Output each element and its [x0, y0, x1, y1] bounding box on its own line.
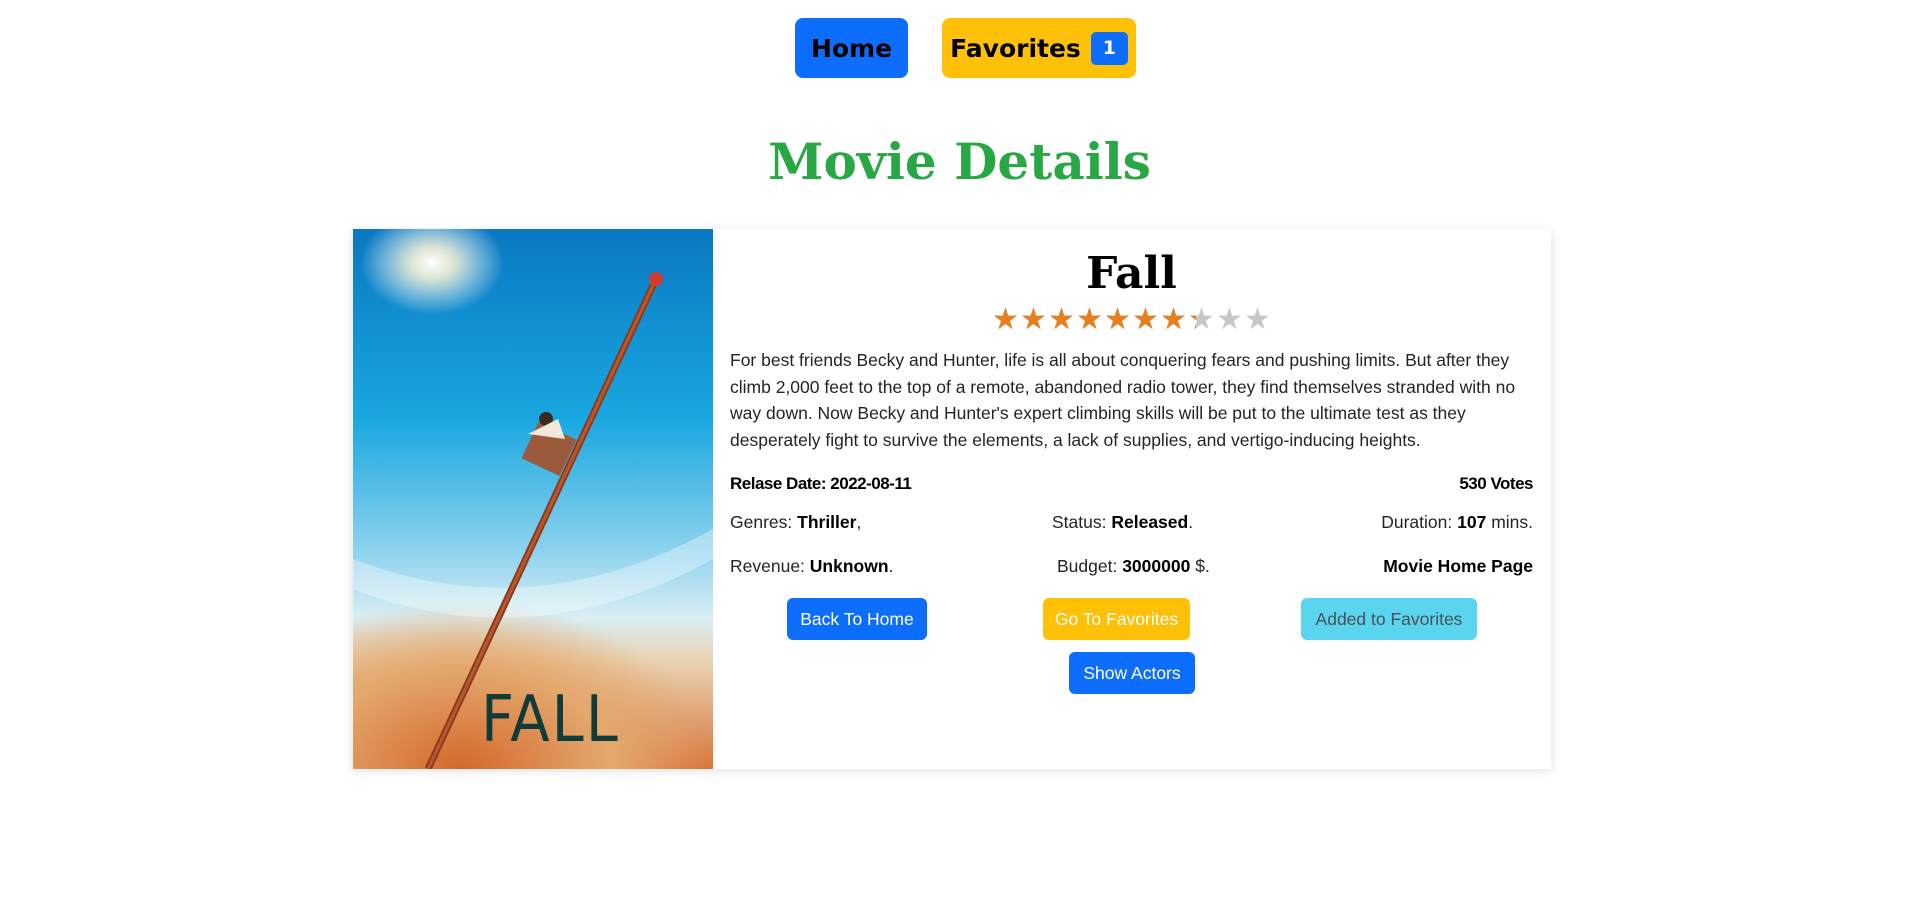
release-date-value: 2022-08-11	[830, 474, 912, 493]
budget-label: Budget:	[1057, 556, 1118, 576]
star-fill-icon: ★	[1160, 305, 1187, 335]
duration-label: Duration:	[1381, 512, 1453, 532]
home-nav-button[interactable]: Home	[795, 18, 908, 78]
duration-value: 107	[1457, 512, 1487, 532]
star-rating: ★★★★★★★★★★★★★★★★★★★★	[730, 305, 1533, 335]
genres-label: Genres:	[730, 512, 793, 532]
vote-count-label: Votes	[1490, 474, 1533, 493]
movie-home-page-link[interactable]: Movie Home Page	[1383, 556, 1533, 577]
star-fill-icon: ★	[992, 305, 1019, 335]
genres-info: Genres: Thriller,	[730, 512, 861, 533]
poster-title-text: FALL	[481, 683, 620, 757]
star-fill-icon: ★	[1048, 305, 1075, 335]
star-fill-icon: ★	[1132, 305, 1159, 335]
favorites-nav-label: Favorites	[950, 33, 1081, 63]
star-fill-icon: ★	[1188, 305, 1196, 335]
star-fill-icon: ★	[1076, 305, 1103, 335]
duration-info: Duration: 107 mins.	[1381, 512, 1533, 533]
movie-poster: FALL	[353, 229, 713, 769]
added-to-favorites-button[interactable]: Added to Favorites	[1301, 598, 1477, 640]
home-nav-label: Home	[810, 33, 893, 63]
genres-value: Thriller	[797, 512, 857, 532]
star-icon: ★★	[1216, 302, 1243, 337]
revenue-suffix: .	[888, 556, 894, 576]
star-icon: ★★	[1020, 302, 1047, 337]
favorites-nav-button[interactable]: Favorites 1	[942, 18, 1136, 78]
movie-title: Fall	[1086, 248, 1177, 299]
budget-value: 3000000	[1122, 556, 1191, 576]
status-label: Status:	[1052, 512, 1107, 532]
star-icon: ★★	[1160, 302, 1187, 337]
star-fill-icon: ★	[1104, 305, 1131, 335]
vote-count: 530 Votes	[1459, 474, 1533, 494]
star-fill-icon: ★	[1020, 305, 1047, 335]
favorites-count-badge: 1	[1090, 31, 1128, 65]
star-icon: ★★	[1076, 302, 1103, 337]
star-icon: ★★	[1132, 302, 1159, 337]
top-nav: Home Favorites 1	[0, 18, 1919, 78]
revenue-label: Revenue:	[730, 556, 805, 576]
duration-suffix: mins.	[1491, 512, 1533, 532]
budget-suffix: $.	[1195, 556, 1210, 576]
release-date: Relase Date: 2022-08-11	[730, 474, 912, 494]
budget-info: Budget: 3000000 $.	[1057, 556, 1210, 577]
poster-image: FALL	[353, 229, 713, 769]
movie-overview: For best friends Becky and Hunter, life …	[730, 350, 1516, 450]
page-title: Movie Details	[768, 132, 1151, 191]
revenue-info: Revenue: Unknown.	[730, 556, 893, 577]
release-date-label: Relase Date:	[730, 474, 827, 493]
status-suffix: .	[1188, 512, 1194, 532]
star-icon: ★★	[992, 302, 1019, 337]
genres-suffix: ,	[856, 512, 862, 532]
vote-count-value: 530	[1459, 474, 1487, 493]
status-info: Status: Released.	[1052, 512, 1193, 533]
movie-details-panel: Fall ★★★★★★★★★★★★★★★★★★★★ For best frien…	[730, 229, 1533, 769]
star-icon: ★★	[1104, 302, 1131, 337]
movie-card: FALL Fall ★★★★★★★★★★★★★★★★★★★★ For best …	[353, 229, 1551, 769]
status-value: Released	[1111, 512, 1189, 532]
back-to-home-button[interactable]: Back To Home	[787, 598, 927, 640]
star-icon: ★★	[1244, 302, 1271, 337]
show-actors-button[interactable]: Show Actors	[1069, 652, 1195, 694]
revenue-value: Unknown	[809, 556, 889, 576]
star-icon: ★★	[1048, 302, 1075, 337]
go-to-favorites-button[interactable]: Go To Favorites	[1043, 598, 1190, 640]
star-icon: ★★	[1188, 302, 1215, 337]
